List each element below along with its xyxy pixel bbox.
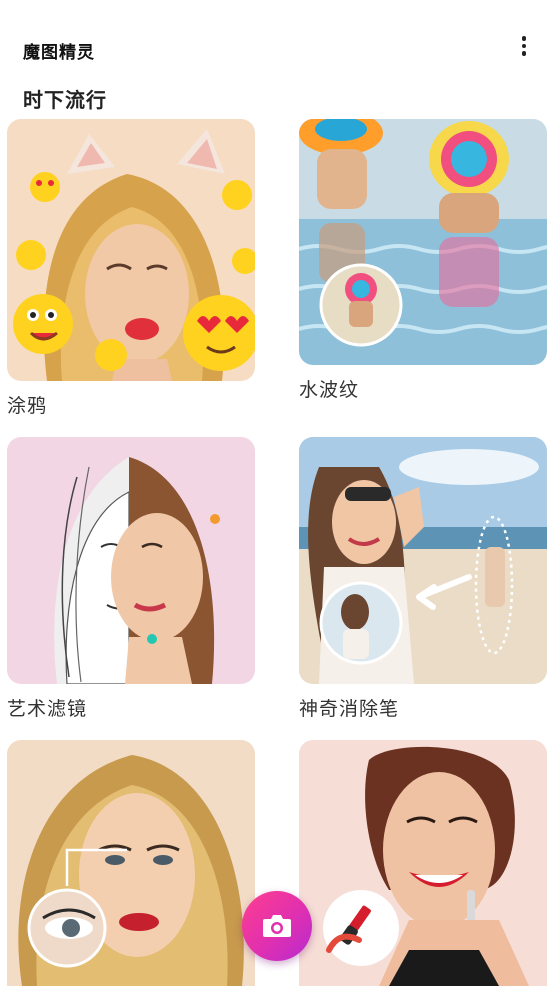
app-title: 魔图精灵 [23,43,95,63]
feature-thumbnail-art-filter [7,437,255,684]
art-filter-preview-image [7,437,255,684]
home-screen: 魔图精灵 时下流行 涂鸦 水波纹 艺术滤镜 神奇消除笔 [0,0,554,986]
feature-label: 涂鸦 [7,395,48,417]
more-vertical-icon-dot [521,51,527,56]
feature-card-art-filter[interactable]: 艺术滤镜 [7,437,255,720]
camera-button[interactable] [242,891,312,961]
more-vertical-icon-dot [521,43,527,49]
feature-label: 艺术滤镜 [7,698,88,720]
feature-thumbnail-water-ripple [299,119,547,365]
magic-eraser-preview-image [299,437,547,684]
feature-thumbnail-magic-eraser [299,437,547,684]
eye-beauty-preview-image [7,740,255,986]
feature-card-doodle[interactable]: 涂鸦 [7,119,255,417]
camera-icon [263,915,291,937]
feature-thumbnail-doodle [7,119,255,381]
more-options-button[interactable] [508,30,540,62]
makeup-preview-image [299,740,547,986]
feature-label: 神奇消除笔 [299,698,400,720]
feature-thumbnail-eye-beauty [7,740,255,986]
doodle-preview-image [7,119,255,381]
feature-card-eye-beauty[interactable] [7,740,255,986]
feature-thumbnail-makeup [299,740,547,986]
feature-card-magic-eraser[interactable]: 神奇消除笔 [299,437,547,720]
water-ripple-preview-image [299,119,547,365]
feature-card-water-ripple[interactable]: 水波纹 [299,119,547,401]
feature-card-makeup[interactable] [299,740,547,986]
section-title: 时下流行 [23,88,107,112]
feature-label: 水波纹 [299,379,360,401]
more-vertical-icon [521,36,527,41]
